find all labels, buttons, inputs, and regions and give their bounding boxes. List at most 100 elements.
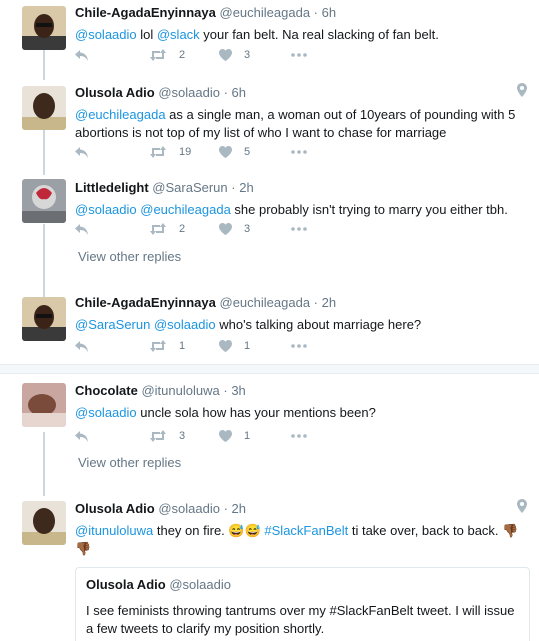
retweet-button[interactable]: 2 [149, 49, 219, 61]
conversation-separator [0, 364, 539, 374]
like-button[interactable]: 1 [219, 430, 291, 442]
reply-icon [75, 430, 88, 442]
like-count: 1 [244, 340, 251, 352]
like-button[interactable]: 1 [219, 340, 291, 352]
author-handle[interactable]: @SaraSerun [152, 180, 227, 195]
separator-dot: · [223, 383, 228, 398]
mention-link[interactable]: @euchileagada [75, 107, 166, 122]
mention-link[interactable]: @SaraSerun [75, 317, 150, 332]
reply-icon [75, 49, 88, 61]
tweet-actions: 23 [75, 221, 307, 237]
timestamp[interactable]: 2h [232, 501, 246, 516]
tweet-text: @solaadio lol @slack your fan belt. Na r… [75, 26, 525, 44]
tweet[interactable]: Olusola Adio @solaadio · 6h @euchileagad… [0, 80, 539, 175]
quote-text: I see feminists throwing tantrums over m… [86, 603, 515, 636]
like-count: 1 [244, 430, 251, 442]
quote-author-name: Olusola Adio [86, 577, 166, 592]
author-handle[interactable]: @solaadio [158, 501, 220, 516]
avatar[interactable] [22, 6, 66, 50]
avatar[interactable] [22, 501, 66, 545]
more-button[interactable] [291, 150, 307, 154]
reply-icon [75, 223, 88, 235]
more-icon [291, 150, 307, 154]
more-icon [291, 53, 307, 57]
timestamp[interactable]: 2h [239, 180, 253, 195]
like-icon [219, 223, 232, 235]
text-segment: they on fire. [153, 523, 229, 538]
mention-link[interactable]: @solaadio [75, 405, 137, 420]
retweet-count: 2 [179, 223, 186, 235]
view-other-replies-link[interactable]: View other replies [78, 455, 181, 470]
view-other-replies-link[interactable]: View other replies [78, 249, 181, 264]
like-icon [219, 340, 232, 352]
mention-link[interactable]: @itunuloluwa [75, 523, 153, 538]
tweet[interactable]: Chile-AgadaEnyinnaya @euchileagada · 6h … [0, 0, 539, 80]
tweet[interactable]: Olusola Adio @solaadio · 2h @itunuloluwa… [0, 496, 539, 641]
reply-button[interactable] [75, 430, 149, 442]
more-button[interactable] [291, 53, 307, 57]
tweet[interactable]: Chocolate @itunuloluwa · 3h @solaadio un… [0, 378, 539, 450]
more-button[interactable] [291, 434, 307, 438]
like-count: 3 [244, 223, 251, 235]
text-segment: your fan belt. Na real slacking of fan b… [199, 27, 439, 42]
like-button[interactable]: 5 [219, 146, 291, 158]
more-button[interactable] [291, 344, 307, 348]
author-name[interactable]: Chile-AgadaEnyinnaya [75, 295, 216, 310]
tweet[interactable]: Littledelight @SaraSerun · 2h @solaadio … [0, 175, 539, 245]
quote-author-handle: @solaadio [169, 577, 231, 592]
timestamp[interactable]: 3h [231, 383, 245, 398]
mention-link[interactable]: @solaadio [154, 317, 216, 332]
author-handle[interactable]: @itunuloluwa [141, 383, 219, 398]
author-name[interactable]: Olusola Adio [75, 85, 155, 100]
more-button[interactable] [291, 227, 307, 231]
avatar[interactable] [22, 179, 66, 223]
mention-link[interactable]: @solaadio [75, 27, 137, 42]
avatar[interactable] [22, 383, 66, 427]
location-pin-icon[interactable] [517, 83, 527, 102]
like-button[interactable]: 3 [219, 223, 291, 235]
reply-button[interactable] [75, 49, 149, 61]
tweet-actions: 19 5 [75, 144, 307, 160]
avatar[interactable] [22, 86, 66, 130]
retweet-count: 2 [179, 49, 186, 61]
reply-button[interactable] [75, 340, 149, 352]
separator-dot: · [223, 501, 228, 516]
tweet-text: @itunuloluwa they on fire. 😅😅 #SlackFanB… [75, 522, 525, 558]
author-name[interactable]: Olusola Adio [75, 501, 155, 516]
timestamp[interactable]: 6h [322, 5, 336, 20]
retweet-count: 19 [179, 146, 192, 158]
location-pin-icon[interactable] [517, 499, 527, 518]
timestamp[interactable]: 6h [232, 85, 246, 100]
author-name[interactable]: Littledelight [75, 180, 149, 195]
author-handle[interactable]: @euchileagada [220, 5, 311, 20]
like-count: 3 [244, 49, 251, 61]
author-handle[interactable]: @euchileagada [220, 295, 311, 310]
retweet-button[interactable]: 1 [149, 340, 219, 352]
mention-link[interactable]: @euchileagada [140, 202, 231, 217]
retweet-icon [149, 430, 167, 442]
more-icon [291, 227, 307, 231]
retweet-icon [149, 49, 167, 61]
retweet-count: 1 [179, 340, 186, 352]
hashtag-link[interactable]: #SlackFanBelt [264, 523, 348, 538]
retweet-button[interactable]: 2 [149, 223, 219, 235]
mention-link[interactable]: @solaadio [75, 202, 137, 217]
separator-dot: · [231, 180, 236, 195]
like-button[interactable]: 3 [219, 49, 291, 61]
author-name[interactable]: Chocolate [75, 383, 138, 398]
reply-button[interactable] [75, 223, 149, 235]
quoted-tweet[interactable]: Olusola Adio @solaadio I see feminists t… [75, 567, 530, 641]
more-icon [291, 344, 307, 348]
text-segment: who's talking about marriage here? [215, 317, 422, 332]
avatar[interactable] [22, 297, 66, 341]
mention-link[interactable]: @slack [157, 27, 200, 42]
tweet-text: @euchileagada as a single man, a woman o… [75, 106, 525, 142]
tweet[interactable]: Chile-AgadaEnyinnaya @euchileagada · 2h … [0, 292, 539, 362]
reply-button[interactable] [75, 146, 149, 158]
retweet-button[interactable]: 19 [149, 146, 219, 158]
author-name[interactable]: Chile-AgadaEnyinnaya [75, 5, 216, 20]
tweet-actions: 31 [75, 428, 307, 444]
retweet-button[interactable]: 3 [149, 430, 219, 442]
timestamp[interactable]: 2h [322, 295, 336, 310]
author-handle[interactable]: @solaadio [158, 85, 220, 100]
